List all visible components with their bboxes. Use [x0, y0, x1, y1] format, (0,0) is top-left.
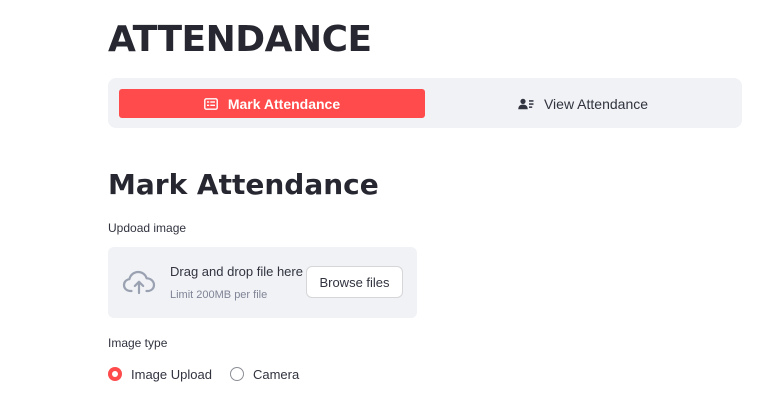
- nav-item-label: View Attendance: [543, 95, 649, 112]
- file-limit-text: Limit 200MB per file: [170, 289, 268, 301]
- radio-label: Image Upload: [131, 366, 212, 382]
- image-type-label: Image type: [108, 336, 168, 350]
- radio-label: Camera: [252, 366, 300, 382]
- section-title: Mark Attendance: [108, 168, 379, 201]
- nav-item-mark-attendance[interactable]: Mark Attendance: [119, 89, 425, 118]
- nav-item-view-attendance[interactable]: View Attendance: [430, 89, 736, 118]
- radio-image-upload[interactable]: Image Upload: [108, 367, 212, 382]
- nav-menu: Mark Attendance View Attendance: [108, 78, 742, 128]
- page: ATTENDANCE Mark Attendance View Attendan…: [0, 0, 781, 408]
- radio-button-checked[interactable]: [108, 367, 122, 381]
- radio-camera[interactable]: Camera: [229, 366, 300, 382]
- browse-files-button[interactable]: Browse files: [306, 266, 403, 298]
- radio-button-unchecked[interactable]: [229, 367, 244, 381]
- file-dropzone[interactable]: Drag and drop file here Limit 200MB per …: [108, 247, 417, 318]
- upload-label: Updoad image: [108, 221, 187, 235]
- app-title: ATTENDANCE: [108, 19, 372, 60]
- drag-drop-text: Drag and drop file here: [170, 264, 303, 279]
- cloud-upload-icon: [122, 269, 156, 300]
- nav-item-label: Mark Attendance: [227, 95, 341, 112]
- id-card-icon: [203, 97, 218, 110]
- image-type-radio-group: Image Upload Camera: [108, 364, 317, 384]
- users-list-icon: [518, 98, 534, 110]
